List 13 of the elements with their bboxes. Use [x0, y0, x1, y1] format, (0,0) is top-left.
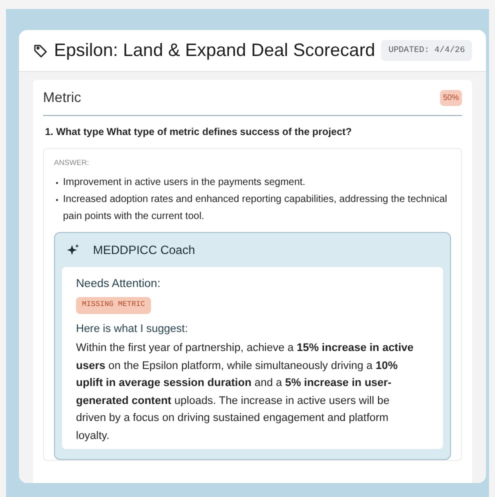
score-badge: 50% — [440, 90, 462, 106]
answer-bullet: Improvement in active users in the payments segment. — [63, 176, 306, 190]
updated-badge: UPDATED: 4/4/26 — [381, 40, 472, 61]
suggest-label: Here is what I suggest: — [76, 322, 189, 337]
coach-title: MEDDPICC Coach — [93, 242, 196, 260]
page-title: Epsilon: Land & Expand Deal Scorecard — [54, 39, 376, 62]
answer-bullet: Increased adoption rates and enhanced reporting capabilities, addressing the technical pain points with the current tool. — [63, 193, 448, 224]
section-title: Metric — [43, 88, 82, 107]
tag-icon — [33, 43, 48, 58]
question-text: 1. What type What type of metric defines success of the project? — [45, 126, 353, 140]
suggestion-text: Within the first year of partnership, achieve a 15% increase in active users on the Epsilon platform, while simultaneously driving a 10% uplift in average session duration and a 5% increase in user-generated content uploads. The increase in active users will be driven by a focus on driving sustained engagement and platform loyalty. — [76, 341, 415, 444]
attention-label: Needs Attention: — [76, 277, 162, 292]
sparkle-icon — [67, 244, 79, 256]
